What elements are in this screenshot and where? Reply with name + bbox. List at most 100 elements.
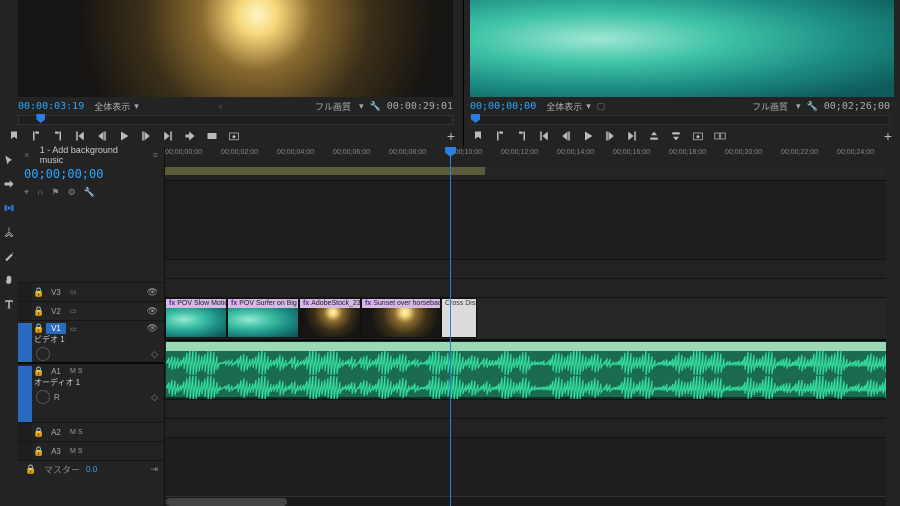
mark-out-button[interactable] [52,130,64,142]
lane-a2[interactable] [165,399,900,418]
program-playhead[interactable] [471,114,480,123]
track-target-v2[interactable] [18,302,32,320]
wrench-icon[interactable]: 🔧 [807,101,818,112]
track-solo-button[interactable]: S [78,448,83,455]
track-dial[interactable] [36,347,50,361]
track-header-a2[interactable]: 🔒 A2 M S [18,422,164,441]
ripple-edit-tool[interactable] [2,201,16,215]
track-header-a1[interactable]: 🔒 A1 M S オーディオ 1 R ◇ [18,362,164,422]
track-toggle-output[interactable]: ▭ [70,307,77,315]
track-header-v1[interactable]: 🔒 V1 ▭ 👁 ビデオ 1 ◇ [18,320,164,362]
track-target-v3[interactable] [18,283,32,301]
track-mute-button[interactable]: M [70,368,76,375]
source-playhead[interactable] [36,114,45,123]
add-button-icon[interactable]: + [447,128,455,144]
sequence-timecode[interactable]: 00;00;00;00 [18,163,164,185]
track-target-a2[interactable] [18,423,32,441]
pen-tool[interactable] [2,249,16,263]
overwrite-button[interactable] [206,130,218,142]
program-fit-label[interactable]: フル画質 [752,100,788,113]
chevron-down-icon[interactable]: ▾ [586,101,591,112]
track-dial[interactable] [36,390,50,404]
timeline-playhead[interactable] [450,147,451,506]
track-toggle-output[interactable]: ▭ [70,288,77,296]
go-to-in-button[interactable] [74,130,86,142]
track-solo-button[interactable]: S [78,368,83,375]
program-timecode-current[interactable]: 00;00;00;00 [470,101,536,112]
source-scrubber[interactable] [18,115,453,125]
razor-tool[interactable] [2,225,16,239]
track-solo-button[interactable]: S [78,429,83,436]
play-button[interactable] [582,130,594,142]
track-header-v3[interactable]: 🔒 V3 ▭ 👁 [18,282,164,301]
play-button[interactable] [118,130,130,142]
mark-out-button[interactable] [516,130,528,142]
time-ruler[interactable]: 00;00;00;0000;00;02;0000;00;04;0000;00;0… [165,147,900,181]
track-select-tool[interactable] [2,177,16,191]
add-marker-button[interactable] [8,130,20,142]
source-zoom-label[interactable]: 全体表示 [94,100,130,113]
master-track-header[interactable]: 🔒 マスター 0.0 ⇥ [18,460,164,478]
settings-icon[interactable]: ⚙ [68,187,76,198]
work-area-bar[interactable] [165,167,485,175]
source-fit-label[interactable]: フル画質 [315,100,351,113]
track-header-v2[interactable]: 🔒 V2 ▭ 👁 [18,301,164,320]
eye-icon[interactable]: 👁 [147,323,158,334]
wrench-icon[interactable]: 🔧 [370,101,381,112]
track-target-v1[interactable] [18,323,32,362]
source-timecode-current[interactable]: 00:00:03:19 [18,101,84,112]
lane-v2[interactable] [165,278,900,297]
lock-icon[interactable]: 🔒 [32,446,46,457]
extract-button[interactable] [670,130,682,142]
track-record-button[interactable]: R [54,393,60,402]
chevron-down-icon[interactable]: ▾ [796,101,801,112]
step-forward-button[interactable] [140,130,152,142]
audio-clip[interactable] [165,341,900,398]
insert-button[interactable] [184,130,196,142]
track-mute-button[interactable]: M [70,429,76,436]
clip-c5[interactable]: Cross Dissol [441,298,477,338]
track-header-a3[interactable]: 🔒 A3 M S [18,441,164,460]
timeline-body[interactable]: 00;00;00;0000;00;02;0000;00;04;0000;00;0… [165,147,900,506]
comparison-view-button[interactable] [714,130,726,142]
eye-icon[interactable]: 👁 [147,287,158,298]
add-marker-button[interactable] [472,130,484,142]
program-preview[interactable] [470,0,894,97]
step-back-button[interactable] [560,130,572,142]
timeline-h-scrollbar[interactable] [165,496,900,506]
eye-icon[interactable]: 👁 [147,306,158,317]
clip-c2[interactable]: fxPOV Surfer on Big Blue Oc [227,298,299,338]
mark-in-button[interactable] [30,130,42,142]
lock-icon[interactable]: 🔒 [24,464,38,475]
program-zoom-label[interactable]: 全体表示 [546,100,582,113]
lock-icon[interactable]: 🔒 [32,427,46,438]
track-source-a1[interactable] [18,366,32,422]
lock-icon[interactable]: 🔒 [32,366,46,377]
export-frame-button[interactable] [692,130,704,142]
keyframe-nav-icon[interactable]: ◇ [151,392,158,403]
type-tool[interactable] [2,297,16,311]
timeline-tab[interactable]: × 1 - Add background music ≡ [18,147,164,163]
lift-button[interactable] [648,130,660,142]
add-button-icon[interactable]: + [884,128,892,144]
go-to-out-button[interactable] [162,130,174,142]
step-forward-button[interactable] [604,130,616,142]
export-frame-button[interactable] [228,130,240,142]
lock-icon[interactable]: 🔒 [32,306,46,317]
lane-a3[interactable] [165,418,900,437]
lane-a1[interactable] [165,339,900,399]
clip-c1[interactable]: fxPOV Slow Motion GOPR [165,298,227,338]
keyframe-nav-icon[interactable]: ◇ [151,349,158,360]
program-scrubber[interactable] [470,115,890,125]
mark-in-button[interactable] [494,130,506,142]
track-toggle-output[interactable]: ▭ [70,325,77,333]
track-target-a3[interactable] [18,442,32,460]
go-to-in-button[interactable] [538,130,550,142]
clip-c4[interactable]: fxSunset over horseback riders [361,298,441,338]
link-icon[interactable]: ∩ [37,187,43,197]
scroll-thumb[interactable] [167,498,287,506]
wrench-icon[interactable]: 🔧 [84,187,95,198]
step-back-button[interactable] [96,130,108,142]
selection-tool[interactable] [2,153,16,167]
go-to-out-button[interactable] [626,130,638,142]
